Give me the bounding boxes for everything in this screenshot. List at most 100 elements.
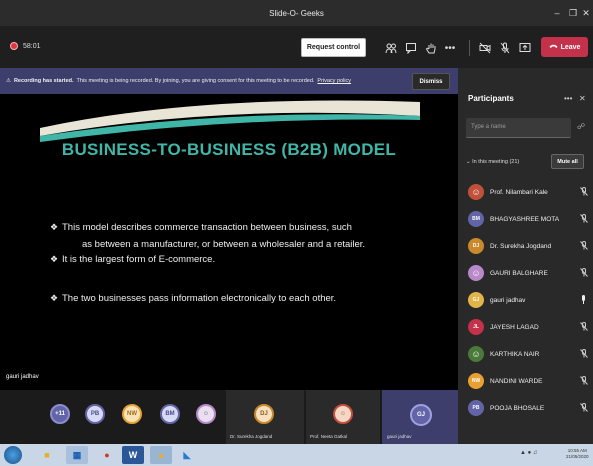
participant-avatar: DJ [468,238,484,254]
participant-name: GAURI BALGHARE [490,269,548,277]
leave-button[interactable]: Leave [541,37,588,57]
bullet-diamond-icon: ❖ [50,293,59,303]
mic-on-icon[interactable] [580,294,587,306]
taskbar: ■ ▦ ● W ▲ ◣ ▲ ● ♫ 10:55 AM 21/05/2020 [0,444,593,466]
camera-off-icon[interactable] [478,41,492,55]
leave-label: Leave [560,43,581,51]
bullet-diamond-icon: ❖ [50,222,59,232]
banner-bold-text: Recording has started. [13,78,74,84]
dismiss-button[interactable]: Dismiss [412,73,450,90]
participant-row[interactable]: PB POOJA BHOSALE [458,396,593,420]
mic-off-icon[interactable] [580,186,588,198]
mic-off-icon[interactable] [580,375,588,387]
video-tile[interactable]: DJ Dr. Surekha Jogdand [226,390,304,444]
chat-icon[interactable] [404,41,418,55]
app-icon[interactable]: ◣ [176,446,198,464]
more-options-icon[interactable]: ••• [564,94,572,103]
participant-row[interactable]: ☺ Prof. Nilambari Kale [458,180,593,204]
mic-off-icon[interactable] [580,348,588,360]
warning-icon: ⚠ [6,78,11,84]
participant-avatar: ☺ [468,184,484,200]
slide-bullet-1: ❖ This model describes commerce transact… [50,219,365,253]
tile-photo-avatar: ☺ [333,404,353,424]
slide-header-swoosh [40,100,420,142]
participant-avatar: BM [468,211,484,227]
strip-avatar[interactable]: PB [85,404,105,424]
teams-meeting-window: Slide-O- Geeks – ❐ ✕ 58:01 Request contr… [0,0,593,466]
participant-avatar: ☺ [468,265,484,281]
video-tile[interactable]: ☺ Prof. Neeta Gatkal [306,390,380,444]
meeting-timer: 58:01 [23,42,41,50]
participant-avatar: GJ [468,292,484,308]
participant-row[interactable]: ☺ KARTHIKA NAIR [458,342,593,366]
system-tray-icons[interactable]: ▲ ● ♫ [520,450,537,456]
slide-bullet-3: ❖ The two businesses pass information el… [50,290,336,307]
participant-avatar: PB [468,400,484,416]
participant-name: Dr. Surekha Jogdand [490,242,552,250]
participant-name: POOJA BHOSALE [490,404,545,412]
share-screen-icon[interactable] [518,41,532,55]
mic-off-icon[interactable] [580,240,588,252]
participant-avatar: NW [468,373,484,389]
title-bar: Slide-O- Geeks – ❐ ✕ [0,0,593,26]
participant-name: JAYESH LAGAD [490,323,539,331]
participant-row[interactable]: JL JAYESH LAGAD [458,315,593,339]
participant-avatar: JL [468,319,484,335]
word-icon[interactable]: W [122,446,144,464]
bullet-diamond-icon: ❖ [50,254,59,264]
folder-icon[interactable]: ▲ [150,446,172,464]
mic-off-icon[interactable] [580,321,588,333]
participant-search-input[interactable]: Type a name [466,118,571,138]
tile-label: Prof. Neeta Gatkal [310,434,348,439]
strip-avatar[interactable]: NW [122,404,142,424]
participant-name: KARTHIKA NAIR [490,350,540,358]
file-explorer-icon[interactable]: ■ [36,446,58,464]
people-icon[interactable] [384,41,398,55]
participant-name: Prof. Nilambari Kale [490,188,548,196]
participant-name: gauri jadhav [490,296,526,304]
tile-avatar: DJ [254,404,274,424]
video-tile-active[interactable]: GJ gauri jadhav [382,390,458,444]
participant-strip: +11 PB NW BM ☺ DJ Dr. Surekha Jogdand ☺ … [0,390,458,444]
participant-row[interactable]: BM BHAGYASHREE MOTA [458,207,593,231]
start-button[interactable] [4,446,22,464]
participants-title: Participants [468,94,514,103]
mic-off-icon[interactable] [580,402,588,414]
close-window-icon[interactable]: ✕ [576,0,593,26]
more-options-icon[interactable]: ••• [443,41,457,55]
strip-avatar[interactable]: BM [160,404,180,424]
mic-off-icon[interactable] [498,41,512,55]
strip-photo-avatar[interactable]: ☺ [196,404,216,424]
chrome-icon[interactable]: ● [96,446,118,464]
participant-row[interactable]: GJ gauri jadhav [458,288,593,312]
taskbar-clock[interactable]: 10:55 AM 21/05/2020 [566,448,589,460]
mic-off-icon[interactable] [580,213,588,225]
tile-label: Dr. Surekha Jogdand [230,434,273,439]
toolbar-divider [469,40,470,56]
slide-title: BUSINESS-TO-BUSINESS (B2B) MODEL [61,140,397,159]
in-meeting-header[interactable]: ⌄ In this meeting (21) [466,159,519,165]
raise-hand-icon[interactable] [424,41,438,55]
presenter-caption: gauri jadhav [6,374,39,380]
request-control-button[interactable]: Request control [301,38,366,57]
participant-name: NANDINI WARDE [490,377,543,385]
recording-banner: ⚠ Recording has started. This meeting is… [0,68,458,94]
slide-bullet-2: ❖ It is the largest form of E-commerce. [50,251,215,268]
close-panel-icon[interactable]: ✕ [579,94,586,103]
mic-off-icon[interactable] [580,267,588,279]
teams-icon[interactable]: ▦ [66,446,88,464]
privacy-policy-link[interactable]: Privacy policy [317,78,351,84]
participant-row[interactable]: NW NANDINI WARDE [458,369,593,393]
mute-all-button[interactable]: Mute all [551,154,584,169]
share-invite-icon[interactable]: ☍ [577,122,585,131]
window-title: Slide-O- Geeks [269,8,324,18]
participant-row[interactable]: DJ Dr. Surekha Jogdand [458,234,593,258]
recording-indicator: 58:01 [10,42,41,50]
more-participants-badge[interactable]: +11 [50,404,70,424]
meeting-toolbar: 58:01 Request control ••• Leave [0,26,593,68]
tile-label: gauri jadhav [387,434,412,439]
banner-text: This meeting is being recorded. By joini… [76,78,315,84]
participants-panel: Participants ••• ✕ Type a name ☍ ⌄ In th… [458,68,593,444]
participant-row[interactable]: ☺ GAURI BALGHARE [458,261,593,285]
participant-name: BHAGYASHREE MOTA [490,215,560,223]
